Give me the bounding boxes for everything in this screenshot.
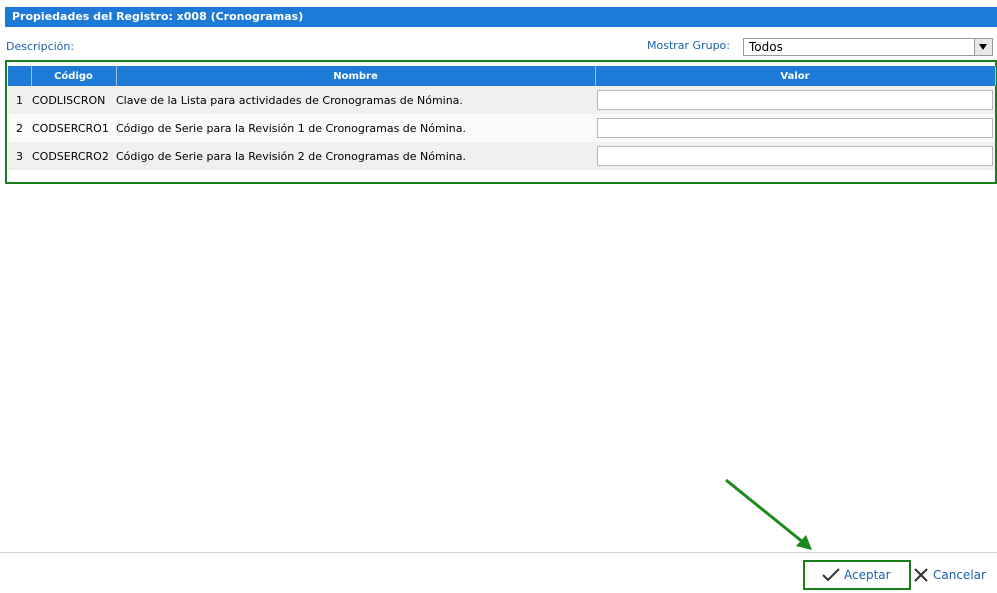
row-code: CODSERCRO2 <box>31 142 116 170</box>
row-name: Código de Serie para la Revisión 1 de Cr… <box>116 114 595 142</box>
cancel-label: Cancelar <box>933 568 986 582</box>
row-value-cell <box>595 114 995 142</box>
footer-divider <box>0 552 997 553</box>
check-icon <box>822 568 840 582</box>
group-select[interactable]: Todos <box>743 38 993 56</box>
column-header-value[interactable]: Valor <box>595 66 996 86</box>
row-number: 1 <box>8 86 31 114</box>
table-row: 1 CODLISCRON Clave de la Lista para acti… <box>8 86 995 114</box>
group-label: Mostrar Grupo: <box>647 39 730 52</box>
close-icon <box>914 568 928 582</box>
table-row: 2 CODSERCRO1 Código de Serie para la Rev… <box>8 114 995 142</box>
column-header-code[interactable]: Código <box>31 66 117 86</box>
properties-grid: Código Nombre Valor 1 CODLISCRON Clave d… <box>8 66 996 170</box>
row-value-input[interactable] <box>597 90 993 110</box>
grid-header-row: Código Nombre Valor <box>8 66 996 86</box>
column-header-name[interactable]: Nombre <box>116 66 596 86</box>
row-value-cell <box>595 142 995 170</box>
chevron-down-icon[interactable] <box>974 39 992 55</box>
row-code: CODLISCRON <box>31 86 116 114</box>
row-name: Clave de la Lista para actividades de Cr… <box>116 86 595 114</box>
accept-button[interactable]: Aceptar <box>822 566 891 584</box>
row-value-cell <box>595 86 995 114</box>
row-value-input[interactable] <box>597 146 993 166</box>
group-select-value: Todos <box>749 40 783 54</box>
pointer-arrow-icon <box>725 478 812 550</box>
row-number: 3 <box>8 142 31 170</box>
accept-label: Aceptar <box>844 568 891 582</box>
row-number: 2 <box>8 114 31 142</box>
table-row: 3 CODSERCRO2 Código de Serie para la Rev… <box>8 142 995 170</box>
row-code: CODSERCRO1 <box>31 114 116 142</box>
cancel-button[interactable]: Cancelar <box>913 566 986 584</box>
row-value-input[interactable] <box>597 118 993 138</box>
window-title: Propiedades del Registro: x008 (Cronogra… <box>5 7 997 27</box>
row-name: Código de Serie para la Revisión 2 de Cr… <box>116 142 595 170</box>
row-number-header <box>8 66 32 86</box>
description-label: Descripción: <box>6 40 75 53</box>
